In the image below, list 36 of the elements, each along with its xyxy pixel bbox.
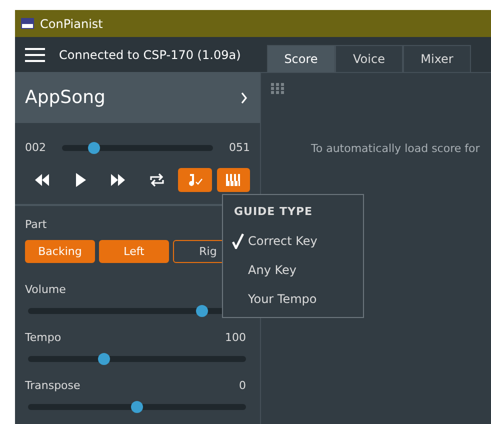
tab[interactable]: Score <box>267 45 335 72</box>
menu-heading: GUIDE TYPE <box>233 205 313 218</box>
connection-status: Connected to CSP-170 (1.09a) <box>59 48 241 62</box>
piano-keys-button[interactable] <box>216 168 250 192</box>
chevron-right-icon <box>240 92 248 104</box>
note-check-icon <box>186 173 203 187</box>
fast-forward-icon <box>110 173 126 187</box>
slider-track[interactable] <box>28 356 246 362</box>
note-check-button[interactable] <box>178 168 212 192</box>
start-measure: 002 <box>25 141 46 154</box>
part-label: Part <box>25 218 47 231</box>
slider-track[interactable] <box>62 144 213 150</box>
song-selector[interactable]: AppSong <box>15 72 260 123</box>
slider-value: 0 <box>239 379 246 392</box>
slider-track[interactable] <box>28 404 246 410</box>
repeat-icon <box>148 173 165 187</box>
slider-thumb[interactable] <box>131 401 143 413</box>
rewind-icon <box>34 173 50 187</box>
end-measure: 051 <box>229 141 250 154</box>
slider-thumb[interactable] <box>196 305 208 317</box>
tab[interactable]: Mixer <box>403 45 471 72</box>
score-message: To automatically load score for <box>311 142 481 155</box>
slider-label: Volume <box>25 283 66 296</box>
tab[interactable]: Voice <box>335 45 403 72</box>
window-title: ConPianist <box>40 16 103 30</box>
song-name: AppSong <box>25 87 106 108</box>
piano-keys-icon <box>225 173 242 187</box>
grip-icon[interactable] <box>271 83 285 94</box>
slider-label: Tempo <box>25 331 62 344</box>
slider-thumb[interactable] <box>98 353 110 365</box>
slider-value: 100 <box>225 331 246 344</box>
keyboard-icon <box>21 18 34 29</box>
slider-thumb[interactable] <box>88 142 100 154</box>
menu-item[interactable]: Your Tempo <box>223 284 363 313</box>
menu-icon[interactable] <box>25 48 45 62</box>
slider-label: Transpose <box>25 379 80 392</box>
